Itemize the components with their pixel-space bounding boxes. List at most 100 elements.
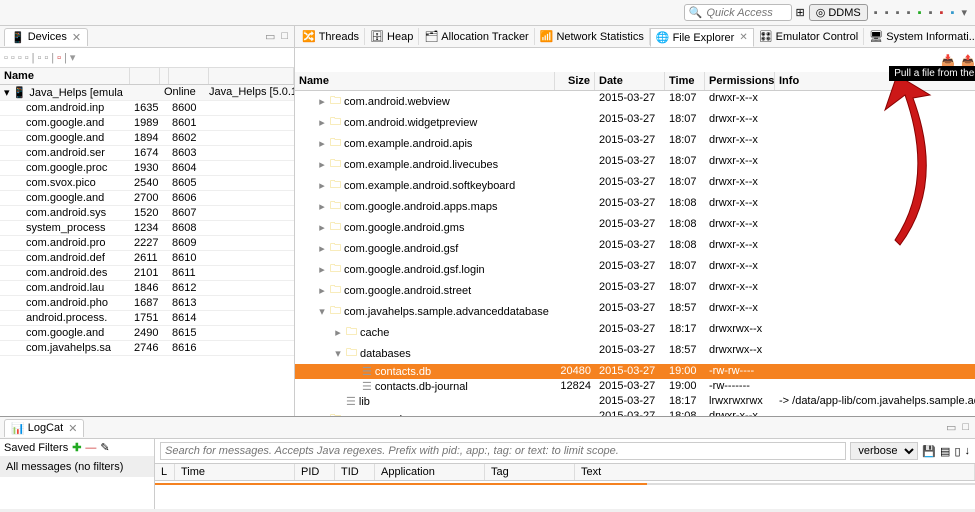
- file-row[interactable]: ▸🗀 com.example.android.softkeyboard2015-…: [295, 175, 975, 196]
- file-row[interactable]: ▾🗀 databases2015-03-2718:57drwxrwx--x: [295, 343, 975, 364]
- process-row[interactable]: com.android.sys15208607: [0, 206, 294, 221]
- debug-icon[interactable]: ▫: [25, 52, 29, 64]
- tab-devices[interactable]: 📱 Devices ✕: [4, 28, 88, 46]
- minimize-icon[interactable]: ▭: [265, 30, 275, 43]
- device-icon: 📱: [11, 31, 25, 44]
- col-text[interactable]: Text: [575, 464, 975, 480]
- process-row[interactable]: com.svox.pico25408605: [0, 176, 294, 191]
- dash-icon[interactable]: ▪: [907, 7, 911, 19]
- minimize-icon[interactable]: ▭: [946, 421, 956, 434]
- file-row[interactable]: ▸🗀 com.android.widgetpreview2015-03-2718…: [295, 112, 975, 133]
- col-level[interactable]: L: [155, 464, 175, 480]
- file-row[interactable]: ▸🗀 com.google.android.apps.maps2015-03-2…: [295, 196, 975, 217]
- perspective-icon[interactable]: ⊞: [796, 6, 805, 19]
- quick-access-box[interactable]: 🔍: [684, 4, 792, 21]
- col-time[interactable]: Time: [175, 464, 295, 480]
- close-icon[interactable]: ✕: [72, 31, 81, 44]
- debug-icon[interactable]: ▫: [4, 52, 8, 64]
- logcat-icon: 📊: [11, 422, 25, 435]
- gc-icon[interactable]: ▾: [70, 51, 76, 64]
- process-row[interactable]: system_process12348608: [0, 221, 294, 236]
- push-file-icon[interactable]: 📤: [961, 54, 975, 67]
- col-pid[interactable]: [130, 68, 160, 84]
- dash-icon[interactable]: ▪: [929, 7, 933, 19]
- tab-sysinfo[interactable]: 🖥 System Informati...: [864, 28, 975, 45]
- col-pid[interactable]: PID: [295, 464, 335, 480]
- tab-network[interactable]: 📶 Network Statistics: [535, 28, 650, 45]
- process-row[interactable]: com.android.pho16878613: [0, 296, 294, 311]
- col-time[interactable]: Time: [665, 72, 705, 90]
- edit-filter-icon[interactable]: ✎: [100, 441, 109, 454]
- file-row[interactable]: ☰ lib2015-03-2718:17lrwxrwxrwx-> /data/a…: [295, 394, 975, 409]
- file-row[interactable]: ▸🗀 com.google.android.gms2015-03-2718:08…: [295, 217, 975, 238]
- dash-icon[interactable]: ▪: [940, 7, 944, 19]
- file-row[interactable]: ▸🗀 com.svox.pico2015-03-2718:08drwxr-x--…: [295, 409, 975, 416]
- quick-access-input[interactable]: [707, 7, 787, 19]
- device-root-row[interactable]: ▾ 📱 Java_Helps [emula Online Java_Helps …: [0, 85, 294, 101]
- remove-filter-icon[interactable]: —: [85, 442, 96, 454]
- all-messages-filter[interactable]: All messages (no filters): [0, 457, 154, 477]
- process-row[interactable]: com.google.and24908615: [0, 326, 294, 341]
- process-row[interactable]: com.android.inp16358600: [0, 101, 294, 116]
- tab-emulator[interactable]: 🎛 Emulator Control: [754, 28, 865, 45]
- col-size[interactable]: Size: [555, 72, 595, 90]
- process-row[interactable]: com.android.def26118610: [0, 251, 294, 266]
- dash-icon[interactable]: ▾: [961, 7, 967, 19]
- process-row[interactable]: android.process.17518614: [0, 311, 294, 326]
- logcat-search-input[interactable]: [160, 442, 846, 460]
- process-row[interactable]: com.android.pro22278609: [0, 236, 294, 251]
- file-row[interactable]: ▸🗀 cache2015-03-2718:17drwxrwx--x: [295, 322, 975, 343]
- file-row[interactable]: ☰ contacts.db-journal128242015-03-2719:0…: [295, 379, 975, 394]
- clear-log-icon[interactable]: ▯: [954, 445, 960, 458]
- tab-file-explorer[interactable]: 🌐 File Explorer ✕: [650, 28, 754, 47]
- maximize-icon[interactable]: □: [962, 421, 969, 434]
- file-row[interactable]: ▾🗀 com.javahelps.sample.advanceddatabase…: [295, 301, 975, 322]
- process-row[interactable]: com.google.and27008606: [0, 191, 294, 206]
- col-name[interactable]: Name: [0, 68, 130, 84]
- screenshot-icon[interactable]: ▫: [37, 52, 41, 64]
- file-row[interactable]: ☰ contacts.db204802015-03-2719:00-rw-rw-…: [295, 364, 975, 379]
- scroll-lock-icon[interactable]: ↓: [965, 445, 971, 457]
- ddms-button[interactable]: ◎ DDMS: [809, 4, 868, 21]
- col-date[interactable]: Date: [595, 72, 665, 90]
- file-row[interactable]: ▸🗀 com.example.android.apis2015-03-2718:…: [295, 133, 975, 154]
- tab-threads[interactable]: 🔀 Threads: [297, 28, 365, 45]
- dash-icon[interactable]: ▪: [896, 7, 900, 19]
- col-perm[interactable]: Permissions: [705, 72, 775, 90]
- process-row[interactable]: com.android.lau18468612: [0, 281, 294, 296]
- process-row[interactable]: com.google.proc19308604: [0, 161, 294, 176]
- process-row[interactable]: com.android.des21018611: [0, 266, 294, 281]
- close-icon[interactable]: ✕: [739, 32, 747, 43]
- dash-icon[interactable]: ▪: [918, 7, 922, 19]
- process-row[interactable]: com.google.and19898601: [0, 116, 294, 131]
- file-row[interactable]: ▸🗀 com.android.webview2015-03-2718:07drw…: [295, 91, 975, 112]
- file-row[interactable]: ▸🗀 com.google.android.gsf2015-03-2718:08…: [295, 238, 975, 259]
- debug-icon[interactable]: ▫: [18, 52, 22, 64]
- process-row[interactable]: com.javahelps.sa27468616: [0, 341, 294, 356]
- file-row[interactable]: ▸🗀 com.google.android.street2015-03-2718…: [295, 280, 975, 301]
- col-app[interactable]: Application: [375, 464, 485, 480]
- tab-alloc[interactable]: 🗂 Allocation Tracker: [419, 28, 534, 45]
- col-name[interactable]: Name: [295, 72, 555, 90]
- export-log-icon[interactable]: ▤: [940, 445, 950, 458]
- log-level-select[interactable]: verbose: [850, 442, 918, 460]
- close-icon[interactable]: ✕: [68, 422, 77, 435]
- add-filter-icon[interactable]: ✚: [72, 441, 81, 454]
- tab-heap[interactable]: 🗄 Heap: [365, 28, 419, 45]
- col-tag[interactable]: Tag: [485, 464, 575, 480]
- dash-icon[interactable]: ▪: [951, 7, 955, 19]
- process-row[interactable]: com.android.ser16748603: [0, 146, 294, 161]
- maximize-icon[interactable]: □: [281, 30, 288, 43]
- process-row[interactable]: com.google.and18948602: [0, 131, 294, 146]
- pull-file-icon[interactable]: 📥: [941, 54, 955, 67]
- col-tid[interactable]: TID: [335, 464, 375, 480]
- stop-icon[interactable]: ▫: [57, 52, 61, 64]
- dump-icon[interactable]: ▫: [44, 52, 48, 64]
- dash-icon[interactable]: ▪: [874, 7, 878, 19]
- file-row[interactable]: ▸🗀 com.example.android.livecubes2015-03-…: [295, 154, 975, 175]
- dash-icon[interactable]: ▪: [885, 7, 889, 19]
- file-row[interactable]: ▸🗀 com.google.android.gsf.login2015-03-2…: [295, 259, 975, 280]
- save-log-icon[interactable]: 💾: [922, 445, 936, 458]
- tab-logcat[interactable]: 📊 LogCat ✕: [4, 419, 84, 437]
- debug-icon[interactable]: ▫: [11, 52, 15, 64]
